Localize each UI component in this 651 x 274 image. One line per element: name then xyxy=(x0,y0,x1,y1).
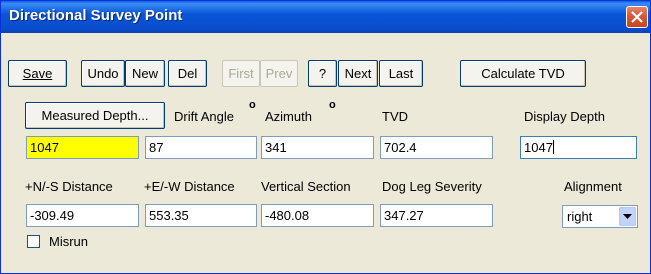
calculate-tvd-button[interactable]: Calculate TVD xyxy=(460,60,586,87)
close-icon xyxy=(631,11,643,23)
vertical-section-label: Vertical Section xyxy=(261,179,351,194)
next-button[interactable]: Next xyxy=(338,60,378,87)
display-depth-field[interactable]: 1047 xyxy=(520,136,637,159)
window-title: Directional Survey Point xyxy=(9,7,183,24)
misrun-label: Misrun xyxy=(49,234,89,249)
title-bar[interactable]: Directional Survey Point xyxy=(1,1,650,33)
close-button[interactable] xyxy=(626,6,648,28)
delete-button[interactable]: Del xyxy=(168,60,207,87)
drift-angle-label: Drift Angle xyxy=(174,109,234,124)
dialog-window: Directional Survey Point Save Undo New D… xyxy=(0,0,651,274)
drift-angle-field[interactable]: 87 xyxy=(145,136,257,159)
misrun-checkbox[interactable] xyxy=(27,235,40,248)
ew-distance-field[interactable]: 553.35 xyxy=(145,204,257,227)
alignment-select[interactable]: right xyxy=(562,205,638,228)
dialog-body: Save Undo New Del First Prev ? Next Last… xyxy=(1,33,650,273)
alignment-selected-value: right xyxy=(567,209,593,224)
ns-distance-label: +N/-S Distance xyxy=(25,179,113,194)
ns-distance-field[interactable]: -309.49 xyxy=(26,204,139,227)
display-depth-label: Display Depth xyxy=(524,109,605,124)
measured-depth-field[interactable]: 1047 xyxy=(26,136,139,159)
alignment-label: Alignment xyxy=(564,179,622,194)
display-depth-value: 1047 xyxy=(524,140,553,155)
ew-distance-label: +E/-W Distance xyxy=(144,179,235,194)
dog-leg-severity-field[interactable]: 347.27 xyxy=(380,204,493,227)
tvd-label: TVD xyxy=(382,109,408,124)
save-button[interactable]: Save xyxy=(8,60,67,87)
undo-button[interactable]: Undo xyxy=(81,60,125,87)
chevron-down-icon xyxy=(623,214,632,219)
drift-angle-degree-mark: o xyxy=(249,99,256,111)
text-cursor xyxy=(552,140,554,154)
azimuth-label: Azimuth xyxy=(265,109,312,124)
tvd-field[interactable]: 702.4 xyxy=(380,136,493,159)
help-button[interactable]: ? xyxy=(308,60,337,87)
dog-leg-severity-label: Dog Leg Severity xyxy=(382,179,482,194)
prev-button[interactable]: Prev xyxy=(260,60,298,87)
last-button[interactable]: Last xyxy=(379,60,423,87)
azimuth-degree-mark: o xyxy=(329,99,336,111)
new-button[interactable]: New xyxy=(125,60,165,87)
alignment-dropdown-button[interactable] xyxy=(619,207,636,226)
first-button[interactable]: First xyxy=(222,60,260,87)
save-label: Save xyxy=(22,66,53,81)
measured-depth-button[interactable]: Measured Depth... xyxy=(25,102,165,129)
azimuth-field[interactable]: 341 xyxy=(261,136,374,159)
vertical-section-field[interactable]: -480.08 xyxy=(261,204,374,227)
